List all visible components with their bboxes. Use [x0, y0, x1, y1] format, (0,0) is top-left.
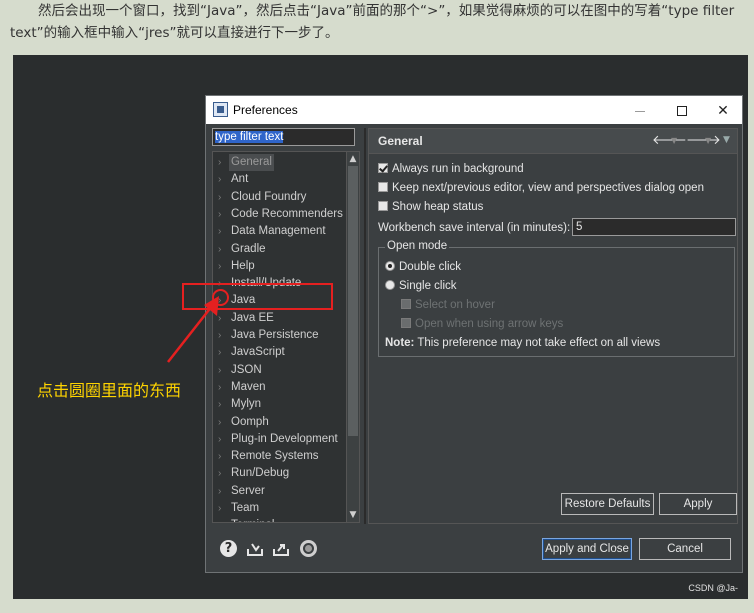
- annotation-arrow: [167, 296, 219, 363]
